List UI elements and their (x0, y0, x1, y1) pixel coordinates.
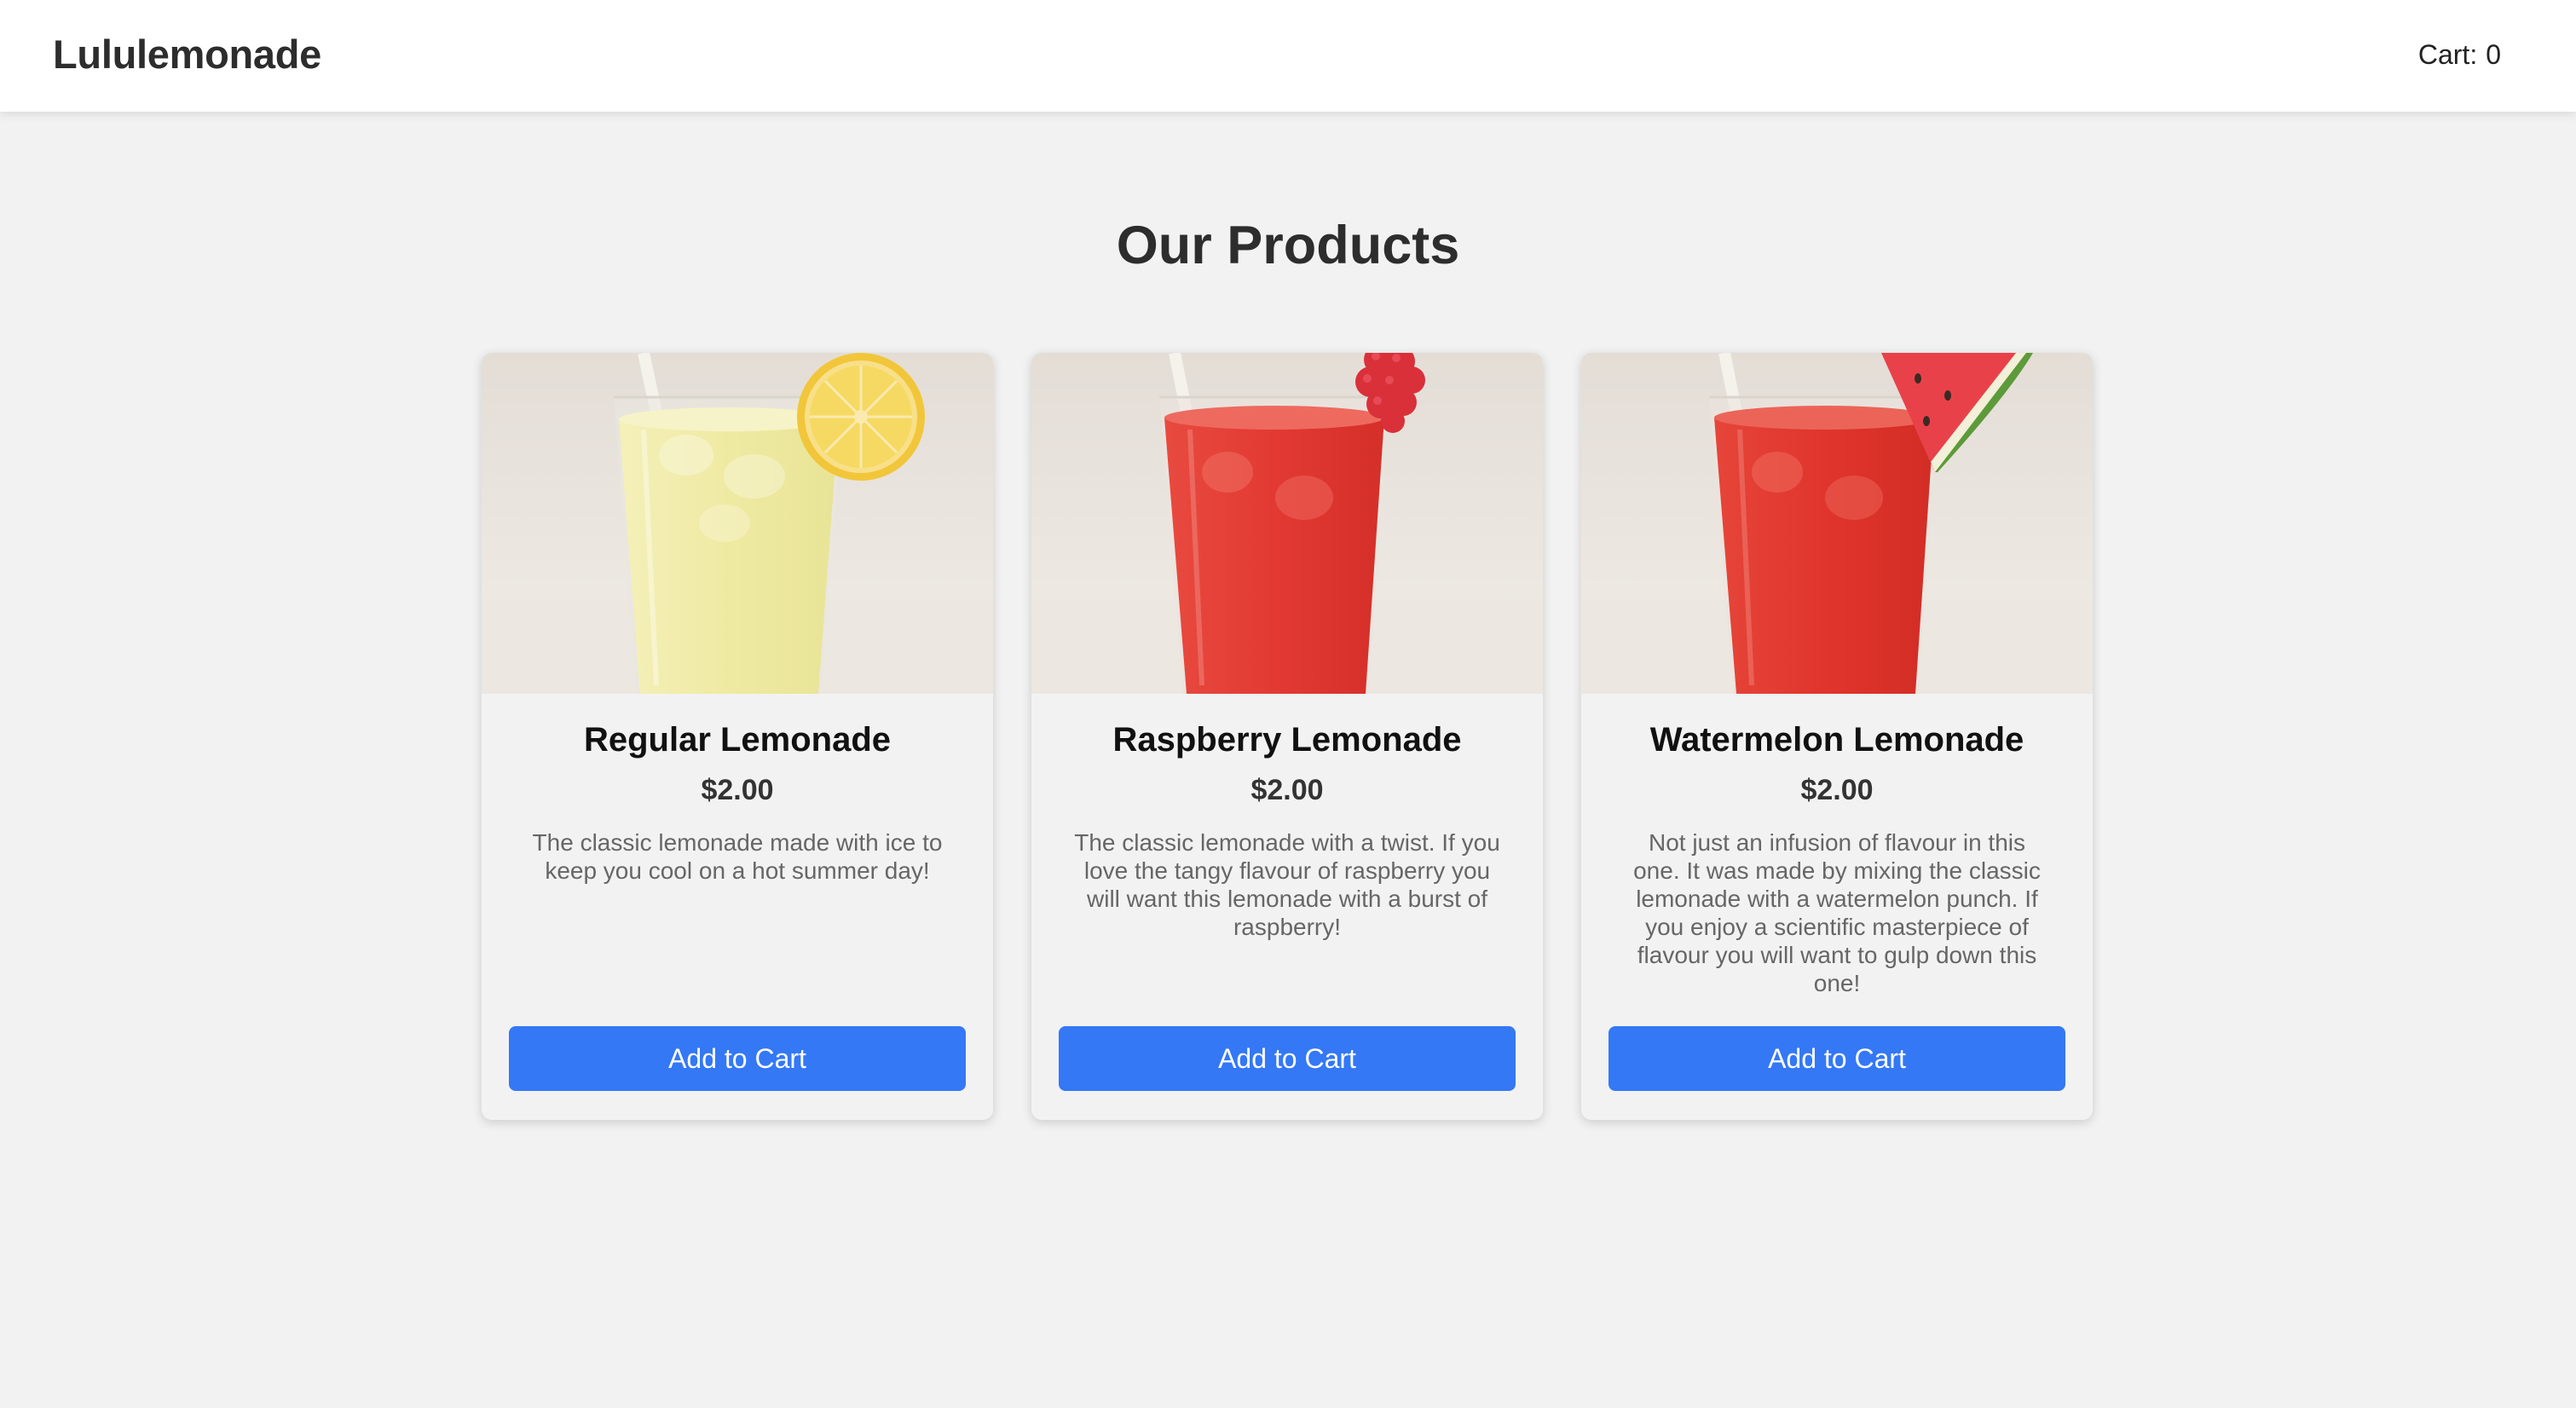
cart-label: Cart: (2417, 39, 2478, 70)
product-name: Regular Lemonade (583, 721, 892, 759)
add-to-cart-button[interactable]: Add to Cart (509, 1026, 966, 1091)
product-card: Raspberry Lemonade $2.00 The classic lem… (1031, 353, 1543, 1120)
top-navbar: Lululemonade Cart: 0 (0, 0, 2576, 112)
product-price: $2.00 (701, 774, 774, 806)
add-to-cart-button[interactable]: Add to Cart (1609, 1026, 2065, 1091)
product-card: Watermelon Lemonade $2.00 Not just an in… (1581, 353, 2093, 1120)
brand-logo[interactable]: Lululemonade (53, 31, 321, 78)
cart-indicator[interactable]: Cart: 0 (2418, 39, 2501, 71)
cart-count: 0 (2486, 39, 2501, 70)
add-to-cart-button[interactable]: Add to Cart (1059, 1026, 1516, 1091)
product-description: Not just an infusion of flavour in this … (1633, 829, 2041, 996)
product-price: $2.00 (1800, 774, 1874, 806)
product-grid: Regular Lemonade $2.00 The classic lemon… (482, 353, 2093, 1120)
product-price: $2.00 (1250, 774, 1324, 806)
product-name: Raspberry Lemonade (1112, 721, 1462, 759)
product-image (482, 353, 993, 694)
product-image (1031, 353, 1543, 694)
product-description: The classic lemonade with a twist. If yo… (1074, 829, 1500, 940)
product-description: The classic lemonade made with ice to ke… (532, 829, 943, 884)
product-card: Regular Lemonade $2.00 The classic lemon… (482, 353, 993, 1120)
product-image (1581, 353, 2093, 694)
page-title: Our Products (1116, 216, 1460, 275)
product-name: Watermelon Lemonade (1649, 721, 2024, 759)
